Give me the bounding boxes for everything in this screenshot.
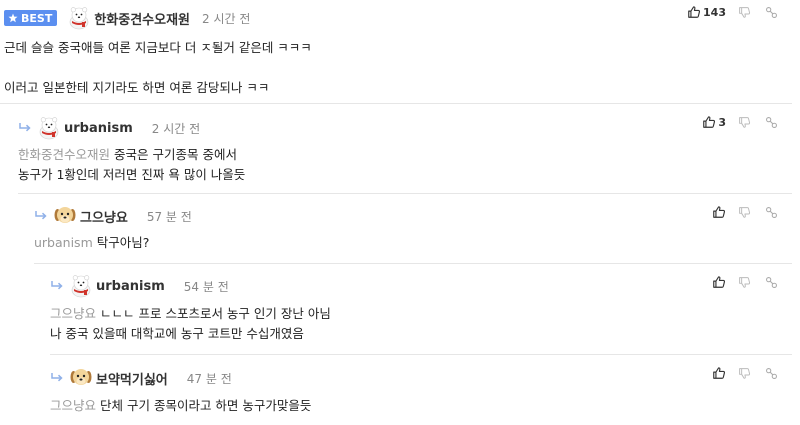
comment-header: urbanism 2 시간 전 xyxy=(18,116,200,140)
comment-line: 농구가 1황인데 저러면 진짜 욕 많이 나올듯 xyxy=(18,167,246,182)
divider xyxy=(18,193,792,194)
reply-arrow-icon xyxy=(34,210,48,222)
author-name[interactable]: 보약먹기싫어 xyxy=(96,369,168,388)
comment-line: 나 중국 있을때 대학교에 농구 코트만 수십개였음 xyxy=(50,326,304,341)
thumbs-down-icon xyxy=(738,276,751,289)
share-link-button[interactable] xyxy=(765,6,778,19)
comment-line: 이러고 일본한테 지기라도 하면 여론 감당되나 ㅋㅋ xyxy=(4,80,270,95)
dislike-button[interactable] xyxy=(738,367,751,380)
like-button[interactable]: 143 xyxy=(687,5,726,19)
link-icon xyxy=(765,206,778,219)
mention-link[interactable]: 한화중견수오재원 xyxy=(18,147,110,162)
link-icon xyxy=(765,116,778,129)
comment-actions: 143 xyxy=(687,5,778,19)
puppy-avatar-icon[interactable] xyxy=(69,366,93,390)
comment-line: 탁구아님? xyxy=(96,235,150,250)
dislike-button[interactable] xyxy=(738,116,751,129)
divider xyxy=(50,354,792,355)
timestamp: 2 시간 전 xyxy=(202,11,251,26)
comment-body: 그으냥요 ㄴㄴㄴ 프로 스포츠로서 농구 인기 장난 아님 나 중국 있을때 대학… xyxy=(50,304,331,344)
polar-bear-avatar-icon[interactable] xyxy=(37,116,61,140)
link-icon xyxy=(765,367,778,380)
timestamp: 54 분 전 xyxy=(183,279,229,294)
comment-line: 중국은 구기종목 중에서 xyxy=(114,147,237,162)
puppy-avatar-icon[interactable] xyxy=(53,204,77,228)
timestamp: 2 시간 전 xyxy=(151,121,201,136)
comment-body: 한화중견수오재원 중국은 구기종목 중에서 농구가 1황인데 저러면 진짜 욕 많… xyxy=(18,145,245,185)
timestamp: 57 분 전 xyxy=(146,209,192,224)
share-link-button[interactable] xyxy=(765,276,778,289)
thumbs-up-icon xyxy=(712,275,726,289)
comment-body: 근데 슬슬 중국애들 여론 지금보다 더 ㅈ될거 같은데 ㅋㅋㅋ 이러고 일본한… xyxy=(4,38,312,98)
link-icon xyxy=(765,276,778,289)
comment-header: urbanism 54 분 전 xyxy=(50,274,229,298)
divider xyxy=(0,103,792,104)
polar-bear-avatar-icon[interactable] xyxy=(69,274,93,298)
reply-arrow-icon xyxy=(50,372,64,384)
dislike-button[interactable] xyxy=(738,276,751,289)
thumbs-up-icon xyxy=(687,5,701,19)
thumbs-up-icon xyxy=(712,366,726,380)
author-name[interactable]: 한화중견수오재원 xyxy=(94,9,190,28)
thumbs-down-icon xyxy=(738,116,751,129)
dislike-button[interactable] xyxy=(738,206,751,219)
star-icon xyxy=(8,13,18,23)
author-name[interactable]: urbanism xyxy=(96,279,165,294)
comment-line: 단체 구기 종목이라고 하면 농구가맞을듯 xyxy=(100,398,312,413)
comment-header: 보약먹기싫어 47 분 전 xyxy=(50,366,232,390)
thumbs-up-icon xyxy=(712,205,726,219)
reply-arrow-icon xyxy=(50,280,64,292)
share-link-button[interactable] xyxy=(765,206,778,219)
like-button[interactable] xyxy=(712,366,726,380)
comment-line xyxy=(4,58,312,78)
dislike-button[interactable] xyxy=(738,6,751,19)
like-count: 143 xyxy=(703,5,726,19)
author-name[interactable]: urbanism xyxy=(64,121,133,136)
comment-actions xyxy=(712,275,778,289)
divider xyxy=(34,263,792,264)
comment-line: ㄴㄴㄴ 프로 스포츠로서 농구 인기 장난 아님 xyxy=(100,306,331,321)
thumbs-up-icon xyxy=(702,115,716,129)
comment-actions xyxy=(712,366,778,380)
author-name[interactable]: 그으냥요 xyxy=(80,207,128,226)
like-button[interactable]: 3 xyxy=(702,115,726,129)
mention-link[interactable]: urbanism xyxy=(34,235,93,250)
link-icon xyxy=(765,6,778,19)
comment-body: urbanism 탁구아님? xyxy=(34,233,149,253)
like-count: 3 xyxy=(718,115,726,129)
polar-bear-avatar-icon[interactable] xyxy=(67,6,91,30)
share-link-button[interactable] xyxy=(765,367,778,380)
like-button[interactable] xyxy=(712,275,726,289)
best-badge: BEST xyxy=(4,10,58,26)
share-link-button[interactable] xyxy=(765,116,778,129)
comment-line: 근데 슬슬 중국애들 여론 지금보다 더 ㅈ될거 같은데 ㅋㅋㅋ xyxy=(4,40,312,55)
timestamp: 47 분 전 xyxy=(186,371,232,386)
thumbs-down-icon xyxy=(738,206,751,219)
mention-link[interactable]: 그으냥요 xyxy=(50,306,96,321)
mention-link[interactable]: 그으냥요 xyxy=(50,398,96,413)
comment-body: 그으냥요 단체 구기 종목이라고 하면 농구가맞을듯 xyxy=(50,396,311,416)
like-button[interactable] xyxy=(712,205,726,219)
thumbs-down-icon xyxy=(738,6,751,19)
thumbs-down-icon xyxy=(738,367,751,380)
comment-actions xyxy=(712,205,778,219)
comment-header: 그으냥요 57 분 전 xyxy=(34,204,192,228)
reply-arrow-icon xyxy=(18,122,32,134)
comment-header: BEST 한화중견수오재원 2 시간 전 xyxy=(4,6,250,30)
comment-actions: 3 xyxy=(702,115,778,129)
